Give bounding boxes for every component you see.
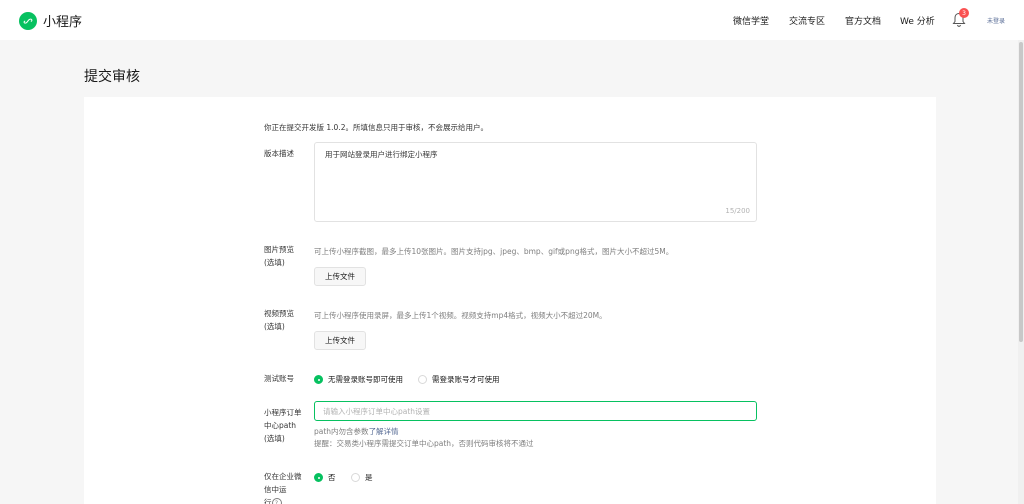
enterprise-wechat-label-line3-text: 行 (264, 498, 272, 504)
enterprise-wechat-label-line3: 行? (264, 496, 312, 504)
char-counter: 15/200 (725, 207, 750, 215)
order-path-label-line1: 小程序订单 (264, 408, 302, 417)
learn-more-link[interactable]: 了解详情 (369, 427, 399, 436)
page-title: 提交审核 (84, 69, 140, 85)
video-preview-label-optional: (选填) (264, 322, 285, 331)
video-preview-hint: 可上传小程序使用录屏，最多上传1个视频。视频支持mp4格式，视频大小不超过20M… (314, 311, 607, 320)
order-path-label-optional: (选填) (264, 434, 285, 443)
radio-unchecked-icon (418, 375, 427, 384)
order-path-input[interactable] (314, 401, 757, 421)
order-path-label-line2: 中心path (264, 421, 297, 430)
test-account-label: 测试账号 (264, 374, 294, 383)
radio-label: 无需登录账号即可使用 (328, 375, 403, 384)
path-note-text: path内勿含参数 (314, 427, 369, 436)
top-navigation-bar: 小程序 微信学堂 交流专区 官方文档 We 分析 3 未登录 (0, 0, 1024, 40)
radio-checked-icon (314, 473, 323, 482)
enterprise-wechat-label-line1: 仅在企业微 (264, 472, 302, 481)
nav-link-community[interactable]: 交流专区 (789, 14, 825, 27)
version-desc-value: 用于网站登录用户进行绑定小程序 (325, 150, 438, 159)
nav-link-we-analytics[interactable]: We 分析 (900, 14, 935, 27)
version-desc-label: 版本描述 (264, 149, 294, 158)
radio-enterprise-yes[interactable]: 是 (351, 472, 373, 483)
image-preview-label-optional: (选填) (264, 258, 285, 267)
user-name[interactable]: 未登录 (987, 16, 1005, 25)
radio-enterprise-no[interactable]: 否 (314, 472, 336, 483)
video-preview-label: 视频预览 (选填) (264, 307, 308, 333)
upload-video-button[interactable]: 上传文件 (314, 331, 366, 350)
mini-program-logo-icon (19, 11, 37, 30)
radio-checked-icon (314, 375, 323, 384)
version-desc-textarea[interactable]: 用于网站登录用户进行绑定小程序 15/200 (314, 142, 757, 222)
order-path-warning: 提醒：交易类小程序需提交订单中心path，否则代码审核将不通过 (314, 439, 534, 448)
radio-unchecked-icon (351, 473, 360, 482)
radio-label: 是 (365, 473, 373, 482)
logo-text: 小程序 (43, 15, 83, 30)
nav-link-wechat-academy[interactable]: 微信学堂 (733, 14, 769, 27)
submit-intro-text: 你正在提交开发版 1.0.2。所填信息只用于审核，不会展示给用户。 (264, 123, 488, 132)
enterprise-wechat-label-line2: 信中运 (264, 485, 287, 494)
image-preview-hint: 可上传小程序截图，最多上传10张图片。图片支持jpg、jpeg、bmp、gif或… (314, 247, 674, 256)
page-scrollbar-thumb[interactable] (1019, 42, 1023, 342)
radio-no-login-required[interactable]: 无需登录账号即可使用 (314, 374, 403, 385)
notification-badge: 3 (959, 8, 969, 18)
order-path-label: 小程序订单 中心path (选填) (264, 406, 312, 445)
upload-image-button[interactable]: 上传文件 (314, 267, 366, 286)
image-preview-label-title: 图片预览 (264, 245, 294, 254)
nav-link-official-docs[interactable]: 官方文档 (845, 14, 881, 27)
logo[interactable]: 小程序 (19, 11, 82, 30)
help-icon[interactable]: ? (271, 498, 282, 504)
path-note: path内勿含参数了解详情 (314, 426, 399, 437)
radio-login-required[interactable]: 需登录账号才可使用 (418, 374, 500, 385)
enterprise-wechat-label: 仅在企业微 信中运 行? (264, 470, 312, 504)
image-preview-label: 图片预览 (选填) (264, 243, 308, 269)
radio-label: 需登录账号才可使用 (432, 375, 500, 384)
video-preview-label-title: 视频预览 (264, 309, 294, 318)
radio-label: 否 (328, 473, 336, 482)
